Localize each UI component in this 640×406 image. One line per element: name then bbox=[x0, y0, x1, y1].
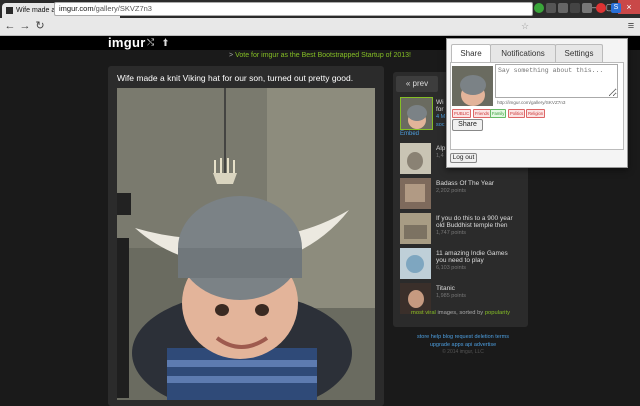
notification-badge-icon[interactable] bbox=[596, 3, 606, 13]
cast-icon[interactable] bbox=[558, 3, 568, 13]
sort-caption-text: images, sorted by bbox=[435, 310, 485, 316]
chip-friends[interactable]: Friends bbox=[473, 109, 491, 118]
footer-links-row-1[interactable]: store help blog request deletion terms bbox=[395, 333, 531, 341]
sidebar-item-title[interactable]: 11 amazing Indie Games bbox=[436, 250, 508, 257]
tab-notifications[interactable]: Notifications bbox=[490, 44, 556, 63]
sort-caption: most viral images, sorted by popularity bbox=[394, 310, 527, 316]
url-domain: imgur.com bbox=[59, 4, 94, 13]
popularity-link[interactable]: popularity bbox=[485, 310, 510, 316]
prev-button[interactable]: « prev bbox=[396, 76, 438, 92]
sidebar-thumb[interactable] bbox=[400, 213, 431, 244]
share-message-input[interactable] bbox=[495, 64, 618, 98]
chip-family[interactable]: Family bbox=[490, 109, 507, 118]
announcement-text: Vote for imgur as the Best Bootstrapped … bbox=[235, 52, 411, 59]
thumb-image bbox=[400, 213, 431, 244]
post-title: Wife made a knit Viking hat for our son,… bbox=[117, 73, 354, 83]
sidebar-item-points: 1,985 points bbox=[436, 293, 466, 299]
thumb-image bbox=[400, 248, 431, 279]
embed-link[interactable]: Embed bbox=[400, 131, 419, 137]
sidebar-item-title[interactable]: Titanic bbox=[436, 285, 455, 292]
close-window-button[interactable]: × bbox=[618, 0, 640, 14]
sidebar-thumb[interactable] bbox=[400, 248, 431, 279]
tab-settings[interactable]: Settings bbox=[555, 44, 603, 63]
baby-thumb-image bbox=[401, 98, 432, 129]
bookmark-star-icon[interactable]: ☆ bbox=[521, 21, 529, 32]
imgur-logo[interactable]: imgur bbox=[108, 35, 146, 50]
mail-icon[interactable] bbox=[570, 3, 580, 13]
footer-links[interactable]: store help blog request deletion terms u… bbox=[395, 333, 531, 349]
menu-icon[interactable]: ≡ bbox=[624, 19, 638, 33]
chip-religion[interactable]: Religion bbox=[526, 109, 546, 118]
sidebar-item-sub: soc bbox=[436, 122, 445, 128]
sidebar-thumb-current[interactable] bbox=[400, 97, 433, 130]
chip-politics[interactable]: Politics bbox=[508, 109, 526, 118]
back-icon[interactable]: ← bbox=[3, 19, 17, 33]
sidebar-item-title[interactable]: old Buddhist temple then bbox=[436, 222, 508, 229]
sidebar-item-title[interactable]: Badass Of The Year bbox=[436, 180, 494, 187]
sidebar-item-points: 1,747 points bbox=[436, 230, 466, 236]
sidebar-item-points: 2,202 points bbox=[436, 188, 466, 194]
random-upload-icon[interactable]: ⤭ ⬆ bbox=[147, 37, 171, 48]
browser-toolbar bbox=[0, 18, 640, 36]
sidebar-thumb[interactable] bbox=[400, 143, 431, 174]
sidebar-item-title[interactable]: If you do this to a 900 year bbox=[436, 215, 513, 222]
favicon-icon bbox=[6, 6, 13, 14]
thumb-image bbox=[400, 178, 431, 209]
sidebar-item-points: 6,103 points bbox=[436, 265, 466, 271]
printer-icon[interactable] bbox=[582, 3, 592, 13]
sidebar-item-points: 4 M bbox=[436, 114, 446, 120]
share-preview-image bbox=[452, 66, 493, 106]
address-bar[interactable]: imgur.com/gallery/SKVZ7n3 bbox=[54, 2, 533, 16]
sidebar-thumb[interactable] bbox=[400, 178, 431, 209]
copyright: © 2014 imgur, LLC bbox=[442, 349, 484, 355]
forward-icon[interactable]: → bbox=[18, 19, 32, 33]
chip-public[interactable]: PUBLIC bbox=[452, 109, 472, 118]
most-viral-link[interactable]: most viral bbox=[411, 310, 436, 316]
footer-links-row-2[interactable]: upgrade apps api advertise bbox=[395, 341, 531, 349]
url-path: /gallery/SKVZ7n3 bbox=[93, 4, 152, 13]
announcement-arrow-icon: > bbox=[229, 52, 234, 59]
sidebar-item-title[interactable]: you need to play bbox=[436, 257, 484, 264]
logout-button[interactable]: Log out bbox=[450, 153, 477, 163]
share-url: http://imgur.com/gallery/SKVZ7n3 bbox=[497, 100, 566, 105]
extension-icon[interactable] bbox=[546, 3, 556, 13]
sidebar-item-title[interactable]: for bbox=[436, 106, 444, 113]
post-image[interactable] bbox=[117, 88, 375, 400]
thumb-image bbox=[400, 143, 431, 174]
extension-green-icon[interactable] bbox=[534, 3, 544, 13]
reload-icon[interactable]: ↻ bbox=[33, 19, 47, 33]
sidebar-item-title[interactable]: Wi bbox=[436, 99, 444, 106]
sidebar-item-title[interactable]: Alp bbox=[436, 145, 445, 152]
baby-viking-hat-photo bbox=[117, 88, 375, 400]
baby-thumb-image bbox=[452, 66, 493, 106]
sidebar-item-points: 1,4 bbox=[436, 153, 444, 159]
share-button[interactable]: Share bbox=[452, 119, 483, 131]
tab-share[interactable]: Share bbox=[451, 44, 491, 63]
share-extension-icon[interactable]: S bbox=[611, 3, 621, 13]
